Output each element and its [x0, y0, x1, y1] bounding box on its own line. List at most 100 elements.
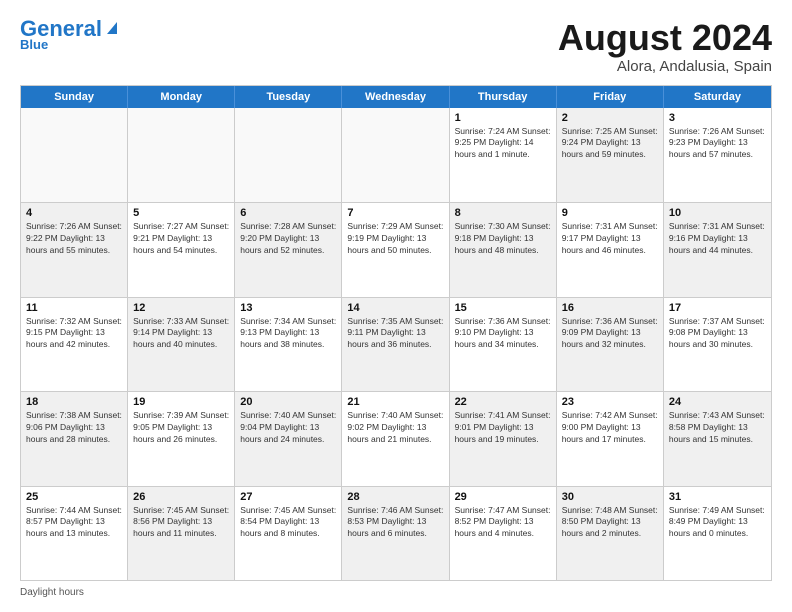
cal-row-5: 25 Sunrise: 7:44 AM Sunset: 8:57 PM Dayli…	[21, 486, 771, 580]
cal-cell-31: 31 Sunrise: 7:49 AM Sunset: 8:49 PM Dayli…	[664, 487, 771, 580]
cal-cell-empty-0-0	[21, 108, 128, 202]
day-info: Sunrise: 7:42 AM Sunset: 9:00 PM Dayligh…	[562, 410, 658, 446]
cal-header-monday: Monday	[128, 86, 235, 108]
day-info: Sunrise: 7:28 AM Sunset: 9:20 PM Dayligh…	[240, 221, 336, 257]
day-info: Sunrise: 7:36 AM Sunset: 9:10 PM Dayligh…	[455, 316, 551, 352]
day-info: Sunrise: 7:24 AM Sunset: 9:25 PM Dayligh…	[455, 126, 551, 162]
day-info: Sunrise: 7:38 AM Sunset: 9:06 PM Dayligh…	[26, 410, 122, 446]
day-number: 11	[26, 302, 122, 314]
day-number: 28	[347, 491, 443, 503]
cal-cell-14: 14 Sunrise: 7:35 AM Sunset: 9:11 PM Dayli…	[342, 298, 449, 391]
cal-header-wednesday: Wednesday	[342, 86, 449, 108]
cal-cell-12: 12Sunrise: 7:33 AM Sunset: 9:14 PM Dayli…	[128, 298, 235, 391]
day-number: 24	[669, 396, 766, 408]
day-number: 1	[455, 112, 551, 124]
day-number: 18	[26, 396, 122, 408]
main-title: August 2024	[558, 18, 772, 58]
day-info: Sunrise: 7:33 AM Sunset: 9:14 PM Dayligh…	[133, 316, 229, 352]
day-number: 5	[133, 207, 229, 219]
page: General Blue August 2024 Alora, Andalusi…	[0, 0, 792, 612]
day-info: Sunrise: 7:46 AM Sunset: 8:53 PM Dayligh…	[347, 505, 443, 541]
cal-cell-11: 11Sunrise: 7:32 AM Sunset: 9:15 PM Dayli…	[21, 298, 128, 391]
cal-cell-20: 20 Sunrise: 7:40 AM Sunset: 9:04 PM Dayli…	[235, 392, 342, 485]
day-info: Sunrise: 7:40 AM Sunset: 9:04 PM Dayligh…	[240, 410, 336, 446]
day-number: 21	[347, 396, 443, 408]
day-info: Sunrise: 7:35 AM Sunset: 9:11 PM Dayligh…	[347, 316, 443, 352]
calendar-header: SundayMondayTuesdayWednesdayThursdayFrid…	[21, 86, 771, 108]
day-info: Sunrise: 7:30 AM Sunset: 9:18 PM Dayligh…	[455, 221, 551, 257]
day-number: 31	[669, 491, 766, 503]
day-info: Sunrise: 7:44 AM Sunset: 8:57 PM Dayligh…	[26, 505, 122, 541]
day-info: Sunrise: 7:36 AM Sunset: 9:09 PM Dayligh…	[562, 316, 658, 352]
cal-cell-6: 6Sunrise: 7:28 AM Sunset: 9:20 PM Daylig…	[235, 203, 342, 296]
day-info: Sunrise: 7:29 AM Sunset: 9:19 PM Dayligh…	[347, 221, 443, 257]
cal-header-sunday: Sunday	[21, 86, 128, 108]
day-number: 17	[669, 302, 766, 314]
cal-header-tuesday: Tuesday	[235, 86, 342, 108]
cal-row-1: 1 Sunrise: 7:24 AM Sunset: 9:25 PM Daylig…	[21, 108, 771, 202]
day-number: 29	[455, 491, 551, 503]
day-number: 30	[562, 491, 658, 503]
logo-arrow-icon	[103, 18, 121, 36]
cal-row-4: 18 Sunrise: 7:38 AM Sunset: 9:06 PM Dayli…	[21, 391, 771, 485]
calendar-body: 1 Sunrise: 7:24 AM Sunset: 9:25 PM Daylig…	[21, 108, 771, 580]
day-info: Sunrise: 7:48 AM Sunset: 8:50 PM Dayligh…	[562, 505, 658, 541]
cal-cell-15: 15 Sunrise: 7:36 AM Sunset: 9:10 PM Dayli…	[450, 298, 557, 391]
cal-cell-10: 10 Sunrise: 7:31 AM Sunset: 9:16 PM Dayli…	[664, 203, 771, 296]
cal-cell-29: 29Sunrise: 7:47 AM Sunset: 8:52 PM Dayli…	[450, 487, 557, 580]
day-info: Sunrise: 7:49 AM Sunset: 8:49 PM Dayligh…	[669, 505, 766, 541]
cal-row-2: 4Sunrise: 7:26 AM Sunset: 9:22 PM Daylig…	[21, 202, 771, 296]
cal-cell-25: 25 Sunrise: 7:44 AM Sunset: 8:57 PM Dayli…	[21, 487, 128, 580]
day-number: 26	[133, 491, 229, 503]
day-number: 15	[455, 302, 551, 314]
cal-cell-3: 3Sunrise: 7:26 AM Sunset: 9:23 PM Daylig…	[664, 108, 771, 202]
footer: Daylight hours	[20, 587, 772, 598]
cal-cell-16: 16 Sunrise: 7:36 AM Sunset: 9:09 PM Dayli…	[557, 298, 664, 391]
cal-header-thursday: Thursday	[450, 86, 557, 108]
cal-cell-empty-0-2	[235, 108, 342, 202]
cal-cell-4: 4Sunrise: 7:26 AM Sunset: 9:22 PM Daylig…	[21, 203, 128, 296]
day-info: Sunrise: 7:41 AM Sunset: 9:01 PM Dayligh…	[455, 410, 551, 446]
day-number: 10	[669, 207, 766, 219]
day-info: Sunrise: 7:27 AM Sunset: 9:21 PM Dayligh…	[133, 221, 229, 257]
day-info: Sunrise: 7:31 AM Sunset: 9:17 PM Dayligh…	[562, 221, 658, 257]
logo: General Blue	[20, 18, 121, 54]
day-info: Sunrise: 7:31 AM Sunset: 9:16 PM Dayligh…	[669, 221, 766, 257]
day-info: Sunrise: 7:39 AM Sunset: 9:05 PM Dayligh…	[133, 410, 229, 446]
cal-cell-30: 30 Sunrise: 7:48 AM Sunset: 8:50 PM Dayli…	[557, 487, 664, 580]
day-number: 9	[562, 207, 658, 219]
cal-cell-26: 26 Sunrise: 7:45 AM Sunset: 8:56 PM Dayli…	[128, 487, 235, 580]
day-info: Sunrise: 7:25 AM Sunset: 9:24 PM Dayligh…	[562, 126, 658, 162]
cal-cell-22: 22Sunrise: 7:41 AM Sunset: 9:01 PM Dayli…	[450, 392, 557, 485]
cal-cell-2: 2 Sunrise: 7:25 AM Sunset: 9:24 PM Daylig…	[557, 108, 664, 202]
day-number: 14	[347, 302, 443, 314]
title-block: August 2024 Alora, Andalusia, Spain	[558, 18, 772, 75]
cal-cell-1: 1 Sunrise: 7:24 AM Sunset: 9:25 PM Daylig…	[450, 108, 557, 202]
cal-cell-9: 9 Sunrise: 7:31 AM Sunset: 9:17 PM Daylig…	[557, 203, 664, 296]
day-number: 8	[455, 207, 551, 219]
day-number: 7	[347, 207, 443, 219]
day-number: 23	[562, 396, 658, 408]
cal-cell-23: 23 Sunrise: 7:42 AM Sunset: 9:00 PM Dayli…	[557, 392, 664, 485]
day-number: 16	[562, 302, 658, 314]
day-number: 25	[26, 491, 122, 503]
day-info: Sunrise: 7:45 AM Sunset: 8:56 PM Dayligh…	[133, 505, 229, 541]
cal-cell-21: 21Sunrise: 7:40 AM Sunset: 9:02 PM Dayli…	[342, 392, 449, 485]
day-info: Sunrise: 7:34 AM Sunset: 9:13 PM Dayligh…	[240, 316, 336, 352]
day-number: 13	[240, 302, 336, 314]
day-number: 2	[562, 112, 658, 124]
cal-cell-7: 7 Sunrise: 7:29 AM Sunset: 9:19 PM Daylig…	[342, 203, 449, 296]
cal-cell-5: 5 Sunrise: 7:27 AM Sunset: 9:21 PM Daylig…	[128, 203, 235, 296]
day-number: 20	[240, 396, 336, 408]
cal-cell-19: 19 Sunrise: 7:39 AM Sunset: 9:05 PM Dayli…	[128, 392, 235, 485]
day-info: Sunrise: 7:43 AM Sunset: 8:58 PM Dayligh…	[669, 410, 766, 446]
cal-cell-27: 27Sunrise: 7:45 AM Sunset: 8:54 PM Dayli…	[235, 487, 342, 580]
cal-cell-13: 13 Sunrise: 7:34 AM Sunset: 9:13 PM Dayli…	[235, 298, 342, 391]
cal-row-3: 11Sunrise: 7:32 AM Sunset: 9:15 PM Dayli…	[21, 297, 771, 391]
calendar: SundayMondayTuesdayWednesdayThursdayFrid…	[20, 85, 772, 581]
logo-blue: Blue	[20, 37, 48, 52]
day-info: Sunrise: 7:45 AM Sunset: 8:54 PM Dayligh…	[240, 505, 336, 541]
day-number: 19	[133, 396, 229, 408]
cal-cell-empty-0-1	[128, 108, 235, 202]
cal-cell-28: 28 Sunrise: 7:46 AM Sunset: 8:53 PM Dayli…	[342, 487, 449, 580]
